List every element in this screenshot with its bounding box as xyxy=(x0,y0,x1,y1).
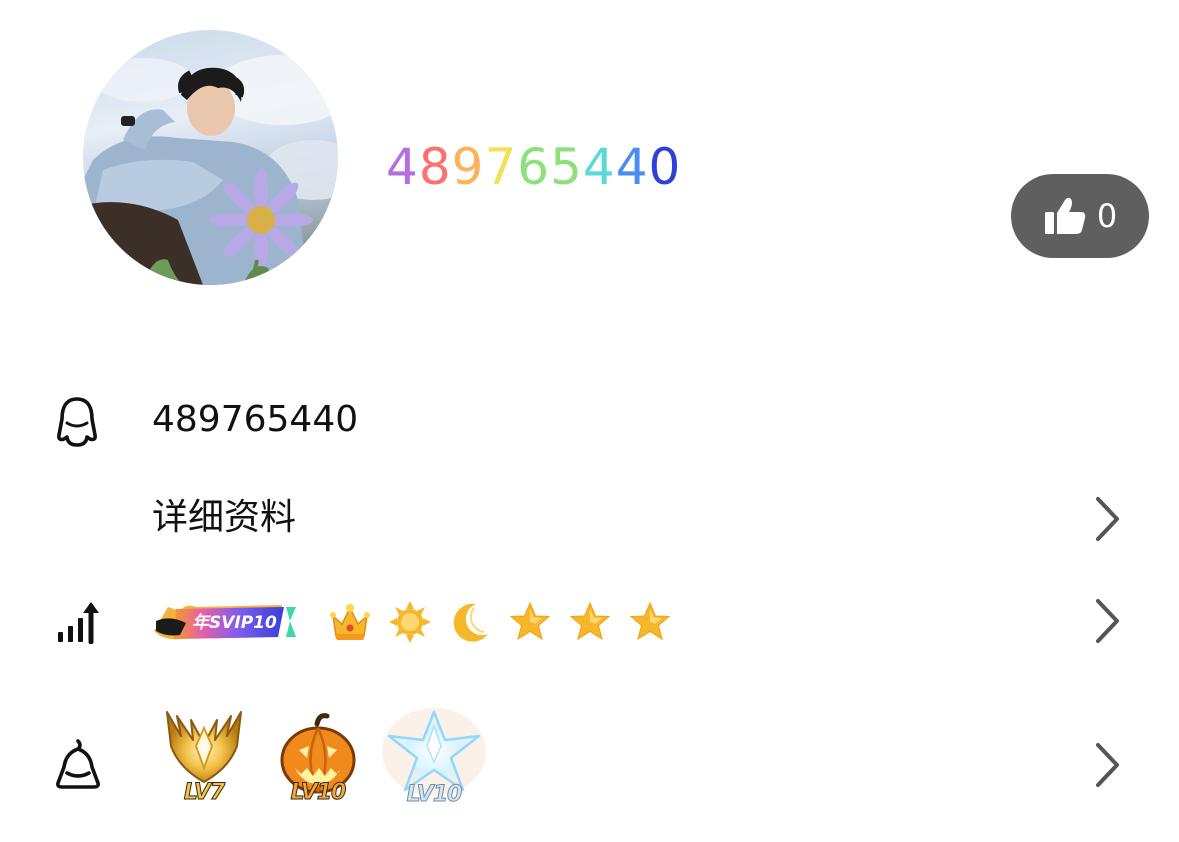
like-button[interactable]: 0 xyxy=(1011,174,1149,258)
penguin-icon xyxy=(52,392,102,452)
display-name: 489765440 xyxy=(386,137,681,197)
svip-badge: 年SVIP10 xyxy=(150,601,300,643)
display-name-text: 489765440 xyxy=(386,138,682,196)
qq-number-row: 489765440 xyxy=(0,392,1179,452)
level-badges: 年SVIP10 xyxy=(150,600,688,644)
crown-icon xyxy=(330,604,370,640)
medal-item[interactable]: LV10 xyxy=(378,706,490,808)
medal-level-label: LV7 xyxy=(183,780,225,806)
sun-icon xyxy=(389,601,431,643)
chevron-right-icon xyxy=(1096,743,1119,787)
level-up-icon xyxy=(52,596,102,646)
star-icon xyxy=(569,601,611,641)
medal-item[interactable]: LV10 xyxy=(276,710,360,806)
thumbs-up-icon xyxy=(1044,197,1085,234)
medals-row[interactable]: LV7 LV10 LV10 xyxy=(0,700,1179,812)
svip-badge-text: 年SVIP10 xyxy=(192,613,277,633)
chevron-right-icon xyxy=(1096,497,1119,541)
like-count: 0 xyxy=(1096,197,1118,235)
qq-number: 489765440 xyxy=(152,399,359,440)
avatar-photo xyxy=(83,55,338,285)
medal-level-label: LV10 xyxy=(290,780,347,806)
moon-icon xyxy=(453,603,488,642)
medal-level-label: LV10 xyxy=(406,782,463,808)
chevron-right-icon xyxy=(1096,599,1119,643)
star-icon xyxy=(509,601,551,641)
star-icon xyxy=(629,601,671,641)
medal-item[interactable]: LV7 xyxy=(158,706,250,806)
level-row[interactable]: 年SVIP10 xyxy=(0,594,1179,650)
avatar[interactable] xyxy=(83,30,338,285)
details-label: 详细资料 xyxy=(152,497,297,538)
details-row[interactable]: 详细资料 xyxy=(0,490,1179,550)
qq-show-icon xyxy=(52,736,104,792)
